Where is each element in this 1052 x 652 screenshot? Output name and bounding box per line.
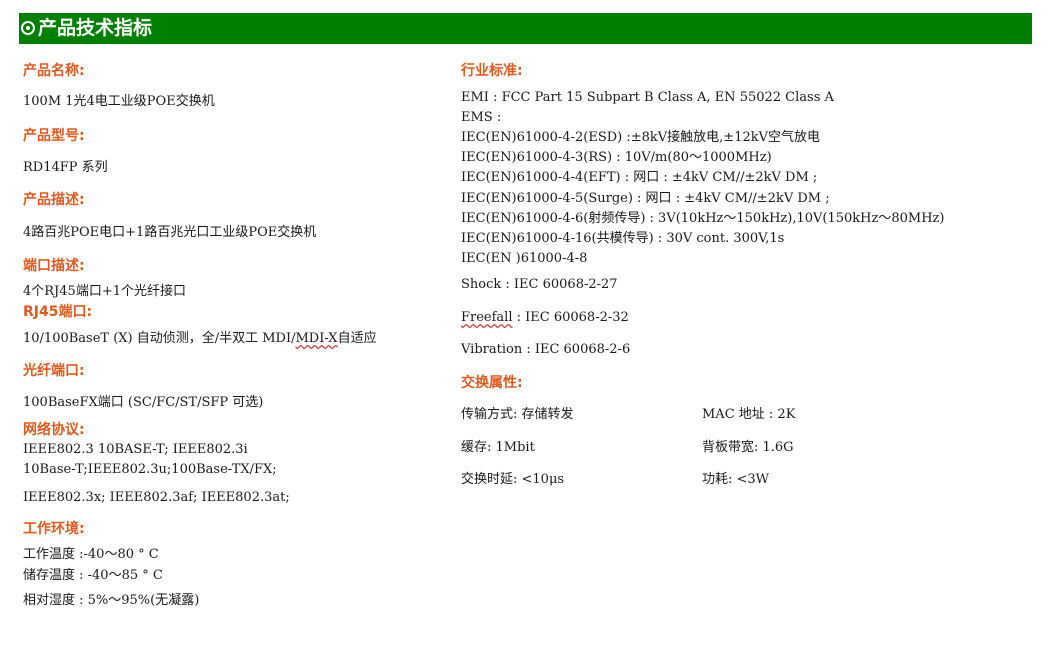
freefall-line: Freefall : IEC 60068-2-32 xyxy=(461,309,629,327)
model-label: 产品型号: xyxy=(23,128,85,144)
standards-line: IEC(EN )61000-4-8 xyxy=(461,251,588,266)
fiber-value: 100BaseFX端口 (SC/FC/ST/SFP 可选) xyxy=(23,395,264,410)
standards-line: IEC(EN)61000-4-2(ESD) :±8kV接触放电,±12kV空气放… xyxy=(461,130,820,145)
product-name-label: 产品名称: xyxy=(23,63,85,79)
standards-label: 行业标准: xyxy=(461,63,523,79)
circle-bullet-icon xyxy=(21,21,35,35)
transfer-mode: 传输方式: 存储转发 xyxy=(461,407,574,422)
environment-label: 工作环境: xyxy=(23,521,85,537)
environment-line: 相对湿度 : 5%～95%(无凝露) xyxy=(23,593,200,608)
standards-line: IEC(EN)61000-4-6(射频传导) : 3V(10kHz～150kHz… xyxy=(461,211,945,226)
protocol-line: 10Base-T;IEEE802.3u;100Base-TX/FX; xyxy=(23,462,277,477)
product-name-value: 100M 1光4电工业级POE交换机 xyxy=(23,94,215,109)
switching-label: 交换属性: xyxy=(461,375,523,391)
rj45-value-mdix: MDI-X xyxy=(295,331,338,346)
rj45-value-pre: 10/100BaseT (X) 自动侦测，全/半双工 MDI/ xyxy=(23,331,296,346)
rj45-value: 10/100BaseT (X) 自动侦测，全/半双工 MDI/MDI-X自适应 xyxy=(23,330,377,348)
freefall-word: Freefall xyxy=(461,310,513,325)
rj45-label: RJ45端口: xyxy=(23,304,93,320)
fiber-label: 光纤端口: xyxy=(23,363,85,379)
protocol-label: 网络协议: xyxy=(23,422,85,438)
ports-value: 4个RJ45端口+1个光纤接口 xyxy=(23,284,186,299)
protocol-line: IEEE802.3 10BASE-T; IEEE802.3i xyxy=(23,442,248,457)
model-value: RD14FP 系列 xyxy=(23,160,108,175)
buffer: 缓存: 1Mbit xyxy=(461,440,535,455)
standards-line: IEC(EN)61000-4-3(RS) : 10V/m(80～1000MHz) xyxy=(461,150,772,165)
standards-line: EMS : xyxy=(461,110,502,125)
vibration-line: Vibration : IEC 60068-2-6 xyxy=(461,342,631,357)
standards-line: EMI : FCC Part 15 Subpart B Class A, EN … xyxy=(461,90,834,105)
mac-address: MAC 地址 : 2K xyxy=(702,407,796,422)
freefall-rest: : IEC 60068-2-32 xyxy=(512,310,629,325)
backplane-bandwidth: 背板带宽: 1.6G xyxy=(702,440,794,455)
standards-line: IEC(EN)61000-4-16(共模传导) : 30V cont. 300V… xyxy=(461,231,785,246)
shock-line: Shock : IEC 60068-2-27 xyxy=(461,277,618,292)
section-title: 产品技术指标 xyxy=(38,17,153,39)
standards-line: IEC(EN)61000-4-5(Surge) : 网口 : ±4kV CM//… xyxy=(461,191,830,206)
switch-latency: 交换时延: <10μs xyxy=(461,472,565,487)
environment-line: 工作温度 :-40～80 ° C xyxy=(23,547,159,562)
environment-line: 储存温度 : -40～85 ° C xyxy=(23,568,163,583)
standards-line: IEC(EN)61000-4-4(EFT) : 网口 : ±4kV CM//±2… xyxy=(461,170,818,185)
power-consumption: 功耗: <3W xyxy=(702,472,770,487)
description-value: 4路百兆POE电口+1路百兆光口工业级POE交换机 xyxy=(23,225,317,240)
protocol-line: IEEE802.3x; IEEE802.3af; IEEE802.3at; xyxy=(23,490,290,505)
ports-label: 端口描述: xyxy=(23,258,85,274)
rj45-value-post: 自适应 xyxy=(337,331,377,346)
section-header: 产品技术指标 xyxy=(19,13,1032,44)
description-label: 产品描述: xyxy=(23,192,85,208)
